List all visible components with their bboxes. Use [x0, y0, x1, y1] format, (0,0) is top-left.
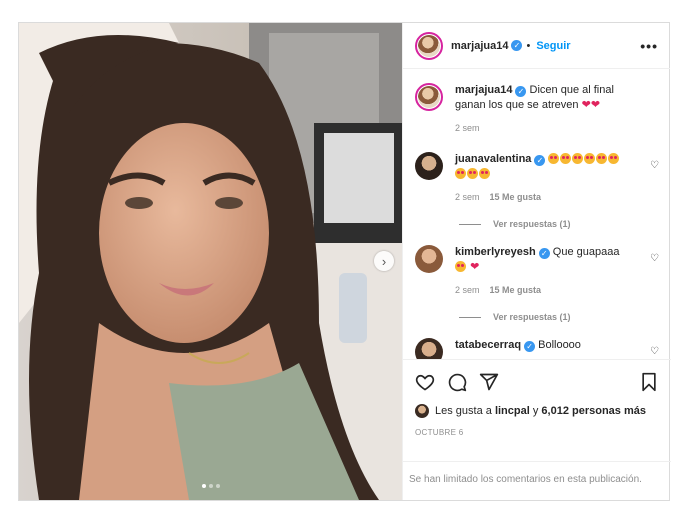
commenter-avatar[interactable]: [415, 245, 443, 273]
verified-badge-icon: ✓: [538, 248, 550, 259]
likes-prefix: Les gusta a: [435, 405, 492, 417]
comments-list[interactable]: marjajua14 ✓ Dicen que al final ganan los…: [403, 69, 671, 359]
separator-dot: •: [526, 39, 531, 52]
bookmark-icon[interactable]: [639, 372, 659, 392]
chevron-right-icon: ›: [381, 253, 387, 269]
liker-username[interactable]: lincpal: [495, 405, 530, 417]
portrait-image: [19, 23, 402, 500]
carousel-dot: [216, 484, 220, 488]
comment-text: Bolloooo: [538, 339, 581, 351]
verified-badge-icon: ✓: [524, 341, 536, 352]
red-heart-emoji: ❤: [470, 261, 480, 273]
next-slide-button[interactable]: ›: [374, 251, 394, 271]
author-avatar[interactable]: [415, 31, 443, 60]
comment-username[interactable]: kimberlyreyesh: [455, 246, 536, 258]
caption-row: marjajua14 ✓ Dicen que al final ganan los…: [415, 83, 659, 136]
send-icon[interactable]: [479, 372, 499, 392]
comment-row: kimberlyreyesh ✓ Que guapaaa ❤ 2 sem 15 M…: [415, 245, 659, 298]
commenter-avatar[interactable]: [415, 152, 443, 180]
carousel-dot: [202, 484, 206, 488]
likes-conjunction: y: [532, 405, 539, 417]
view-replies-button[interactable]: Ver respuestas (1): [459, 312, 659, 322]
caption-username[interactable]: marjajua14: [455, 84, 512, 96]
post-photo[interactable]: ›: [19, 23, 402, 500]
likes-count[interactable]: 6,012 personas más: [541, 405, 646, 417]
heart-icon[interactable]: [415, 372, 435, 392]
liker-avatar[interactable]: [415, 404, 429, 418]
red-heart-emoji: ❤: [590, 99, 601, 111]
likes-summary: Les gusta a lincpal y 6,012 personas más: [415, 404, 659, 418]
post-side-panel: marjajua14 ✓ • Seguir ••• marjajua14 ✓ Di…: [402, 23, 671, 500]
carousel-indicator: [202, 484, 220, 488]
comment-row: juanavalentina ✓ 2 sem 15 Me gusta ♡: [415, 152, 659, 205]
more-options-icon[interactable]: •••: [640, 38, 658, 54]
verified-badge-icon: ✓: [511, 40, 523, 51]
post-date[interactable]: OCTUBRE 6: [415, 428, 659, 437]
heart-eyes-emoji: [455, 261, 466, 272]
comment-likes[interactable]: 15 Me gusta: [490, 283, 542, 298]
view-replies-label: Ver respuestas (1): [493, 312, 571, 322]
comment-icon[interactable]: [447, 372, 467, 392]
comment-text: Que guapaaa: [552, 246, 620, 258]
comment-time: 2 sem: [455, 192, 480, 202]
commenter-avatar[interactable]: [415, 338, 443, 359]
comment-like-icon[interactable]: ♡: [650, 346, 659, 357]
red-heart-emoji: ❤: [581, 99, 591, 111]
carousel-dot: [209, 484, 213, 488]
follow-button[interactable]: Seguir: [536, 40, 570, 52]
comment-username[interactable]: tatabecerraq: [455, 339, 521, 351]
post-header: marjajua14 ✓ • Seguir •••: [403, 23, 670, 69]
caption-avatar[interactable]: [415, 83, 443, 111]
view-replies-button[interactable]: Ver respuestas (1): [459, 219, 659, 229]
comment-likes[interactable]: 15 Me gusta: [490, 190, 542, 205]
comment-like-icon[interactable]: ♡: [650, 160, 659, 171]
author-username[interactable]: marjajua14: [451, 40, 508, 52]
caption-time: 2 sem: [455, 123, 480, 133]
post-dialog: › marjajua14 ✓ • Seguir ••• marjajua14 ✓ …: [18, 22, 671, 501]
verified-badge-icon: ✓: [515, 86, 527, 97]
comments-limited-notice: Se han limitado los comentarios en esta …: [403, 461, 671, 500]
comment-like-icon[interactable]: ♡: [650, 253, 659, 264]
comment-username[interactable]: juanavalentina: [455, 153, 531, 165]
comment-time: 2 sem: [455, 285, 480, 295]
verified-badge-icon: ✓: [534, 155, 546, 166]
comment-row: tatabecerraq ✓ Bolloooo ♡: [415, 338, 659, 359]
view-replies-label: Ver respuestas (1): [493, 219, 571, 229]
